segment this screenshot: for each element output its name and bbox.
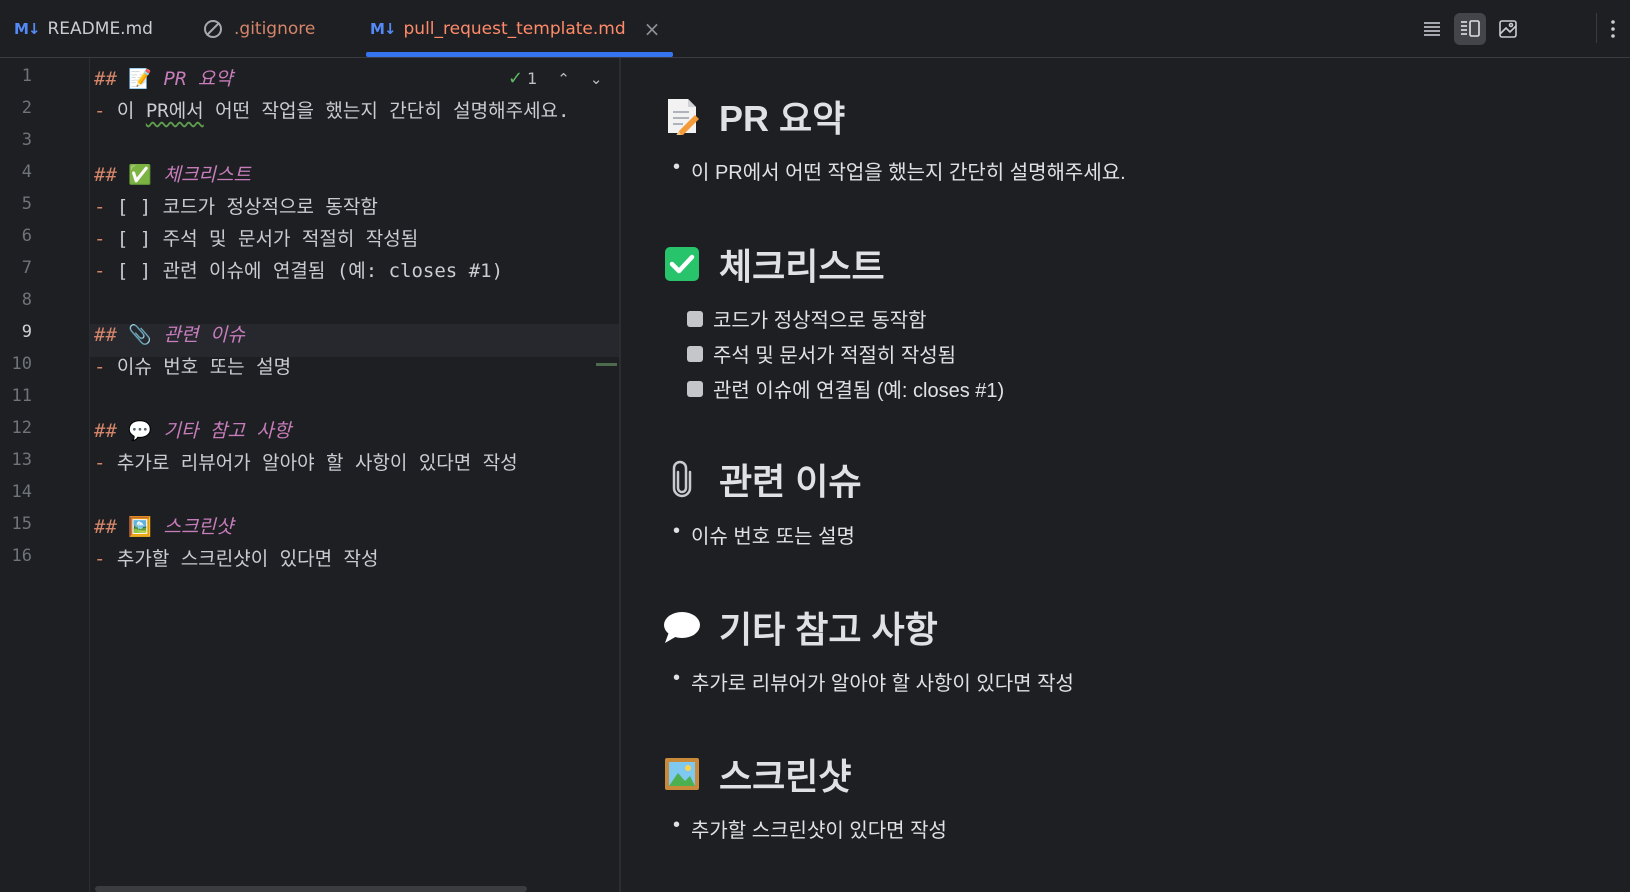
- tab-label: .gitignore: [234, 19, 316, 39]
- chevron-down-icon[interactable]: ⌄: [590, 70, 603, 88]
- split-view-icon: [1461, 20, 1480, 37]
- memo-icon: [663, 97, 701, 135]
- preview-list-item: 추가로 리뷰어가 알아야 할 사항이 있다면 작성: [673, 667, 1074, 696]
- chevron-up-icon[interactable]: ⌃: [557, 70, 570, 88]
- line-number: 6: [21, 226, 32, 246]
- code-line-5: - [ ] 코드가 정상적으로 동작함: [94, 196, 378, 218]
- image-preview-icon: [1499, 20, 1517, 38]
- preview-heading-related-issues: 관련 이슈: [663, 453, 861, 505]
- markdown-preview: PR 요약 이 PR에서 어떤 작업을 했는지 간단히 설명해주세요. 체크리스…: [621, 58, 1630, 892]
- lines-icon: [1424, 22, 1440, 36]
- tab-label: README.md: [47, 19, 153, 39]
- line-number: 16: [11, 546, 32, 566]
- tab-label: pull_request_template.md: [403, 19, 626, 39]
- picture-icon: 🖼️: [128, 516, 153, 538]
- line-number: 7: [21, 258, 32, 278]
- spelling-warning: PR에서: [145, 100, 204, 122]
- toolbar-separator: [1596, 13, 1597, 43]
- horizontal-scrollbar[interactable]: [95, 886, 527, 892]
- markdown-editor[interactable]: ✓ 1 ⌃ ⌄ ## 📝 PR 요약 - 이 PR에서 어떤 작업을 했는지 간…: [90, 58, 620, 892]
- line-number: 8: [21, 290, 32, 310]
- line-number: 12: [11, 418, 32, 438]
- line-number: 13: [11, 450, 32, 470]
- inspection-count: 1: [527, 69, 538, 88]
- check-mark-icon: ✅: [128, 164, 153, 186]
- editor-only-button[interactable]: [1416, 13, 1448, 45]
- code-line-1: ## 📝 PR 요약: [94, 68, 233, 90]
- code-line-15: ## 🖼️ 스크린샷: [94, 516, 234, 538]
- scrollbar-marker: [596, 363, 617, 366]
- line-number: 14: [11, 482, 32, 502]
- preview-heading-checklist: 체크리스트: [663, 238, 885, 290]
- line-number-gutter: 1 2 3 4 5 6 7 8 9 10 11 12 13 14 15 16: [0, 58, 90, 892]
- preview-only-button[interactable]: [1492, 13, 1524, 45]
- inspection-widget[interactable]: ✓ 1 ⌃ ⌄: [508, 68, 602, 89]
- code-line-12: ## 💬 기타 참고 사항: [94, 420, 292, 442]
- line-number: 15: [11, 514, 32, 534]
- line-number: 4: [21, 162, 32, 182]
- preview-list-item: 추가할 스크린샷이 있다면 작성: [673, 814, 947, 843]
- code-line-7: - [ ] 관련 이슈에 연결됨 (예: closes #1): [94, 260, 504, 282]
- active-tab-indicator: [366, 52, 673, 57]
- code-line-9: ## 📎 관련 이슈: [94, 324, 245, 346]
- tab-gitignore[interactable]: .gitignore: [204, 0, 315, 58]
- close-tab-icon[interactable]: ×: [644, 17, 661, 41]
- preview-task-item: 코드가 정상적으로 동작함: [687, 304, 927, 333]
- editor-tab-bar: M↓ README.md .gitignore M↓ pull_request_…: [0, 0, 1630, 58]
- code-line-6: - [ ] 주석 및 문서가 적절히 작성됨: [94, 228, 419, 250]
- code-line-16: - 추가할 스크린샷이 있다면 작성: [94, 548, 379, 570]
- preview-heading-screenshots: 스크린샷: [663, 748, 851, 800]
- preview-heading-pr-summary: PR 요약: [663, 90, 845, 142]
- speech-bubble-icon: [663, 608, 701, 646]
- paperclip-icon: 📎: [128, 324, 153, 346]
- more-options-button[interactable]: [1598, 13, 1628, 45]
- preview-list-item: 이 PR에서 어떤 작업을 했는지 간단히 설명해주세요.: [673, 156, 1126, 185]
- framed-picture-icon: [663, 755, 701, 793]
- line-number: 5: [21, 194, 32, 214]
- editor-and-preview-button[interactable]: [1454, 13, 1486, 45]
- line-number-current: 9: [21, 322, 32, 342]
- markdown-icon: M↓: [370, 20, 396, 38]
- line-number: 3: [21, 130, 32, 150]
- preview-task-item: 주석 및 문서가 적절히 작성됨: [687, 339, 956, 368]
- ignore-file-icon: [204, 20, 222, 38]
- code-line-2: - 이 PR에서 어떤 작업을 했는지 간단히 설명해주세요.: [94, 100, 570, 122]
- more-vertical-icon: [1611, 20, 1615, 38]
- preview-heading-notes: 기타 참고 사항: [663, 601, 938, 653]
- markdown-icon: M↓: [14, 20, 40, 38]
- line-number: 2: [21, 98, 32, 118]
- preview-list-item: 이슈 번호 또는 설명: [673, 520, 855, 549]
- check-icon: ✓: [508, 68, 524, 89]
- code-line-4: ## ✅ 체크리스트: [94, 164, 251, 186]
- tab-pull-request-template[interactable]: M↓ pull_request_template.md ×: [370, 0, 660, 58]
- line-number: 11: [11, 386, 32, 406]
- check-mark-icon: [663, 245, 701, 283]
- checkbox[interactable]: [687, 310, 703, 327]
- checkbox[interactable]: [687, 345, 703, 362]
- code-line-13: - 추가로 리뷰어가 알아야 할 사항이 있다면 작성: [94, 452, 518, 474]
- line-number: 10: [11, 354, 32, 374]
- speech-bubble-icon: 💬: [128, 420, 153, 442]
- tab-readme[interactable]: M↓ README.md: [14, 0, 153, 58]
- preview-task-item: 관련 이슈에 연결됨 (예: closes #1): [687, 374, 1004, 403]
- code-line-10: - 이슈 번호 또는 설명: [94, 356, 292, 378]
- checkbox[interactable]: [687, 380, 703, 397]
- memo-icon: 📝: [128, 68, 153, 90]
- paperclip-icon: [663, 460, 701, 498]
- line-number: 1: [21, 66, 32, 86]
